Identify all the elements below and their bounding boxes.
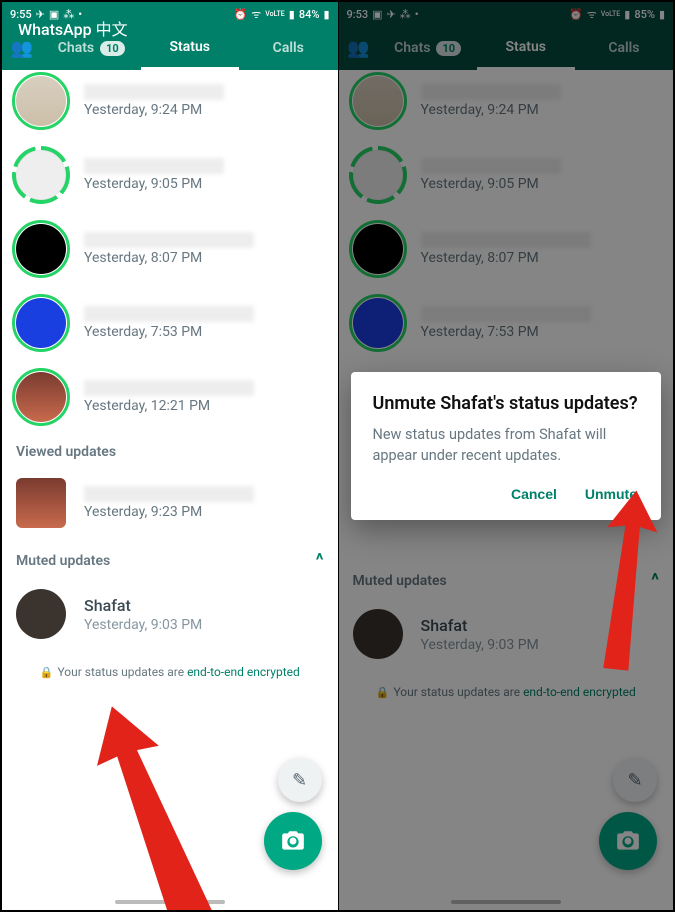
status-time: Yesterday, 9:24 PM bbox=[84, 102, 224, 118]
encrypt-text: Your status updates are bbox=[57, 665, 187, 679]
muted-section-header[interactable]: Muted updates ^ bbox=[2, 540, 338, 577]
status-ring bbox=[12, 294, 70, 352]
status-ring bbox=[12, 585, 70, 643]
muted-status-row[interactable]: Shafat Yesterday, 9:03 PM bbox=[2, 577, 338, 651]
edit-status-fab[interactable]: ✎ bbox=[278, 758, 322, 802]
lock-icon: 🔒 bbox=[40, 666, 54, 679]
contact-name-redacted bbox=[84, 232, 254, 248]
avatar bbox=[16, 372, 66, 422]
status-list: Yesterday, 9:24 PM Yesterday, 9:05 PM Ye… bbox=[2, 70, 338, 910]
avatar bbox=[16, 224, 66, 274]
viewed-section-header: Viewed updates bbox=[2, 434, 338, 466]
cancel-button[interactable]: Cancel bbox=[511, 486, 557, 502]
avatar bbox=[16, 76, 66, 126]
tab-calls-label: Calls bbox=[273, 40, 304, 56]
screen-left: 9:55 ✈ ▣ ⁂ • ⏰ ᯤ VoLTE ▮ 84% ▮ 👥 Chats 1… bbox=[2, 2, 338, 910]
battery-icon: ▮ bbox=[323, 8, 329, 21]
chevron-up-icon: ^ bbox=[316, 550, 324, 571]
community-icon[interactable]: 👥 bbox=[2, 38, 42, 59]
dialog-title: Unmute Shafat's status updates? bbox=[373, 392, 640, 415]
unmute-dialog: Unmute Shafat's status updates? New stat… bbox=[351, 372, 662, 520]
avatar bbox=[16, 298, 66, 348]
avatar bbox=[16, 150, 66, 200]
camera-fab[interactable] bbox=[264, 812, 322, 870]
viewed-label: Viewed updates bbox=[16, 444, 116, 460]
annotation-arrow bbox=[45, 685, 258, 910]
contact-name: Shafat bbox=[84, 596, 202, 615]
screen-right: 9:53 ▣ ✈ ⁂ • ⏰ ᯤ VoLTE ▮ 85% ▮ 👥 Chats 1… bbox=[338, 2, 674, 910]
status-row[interactable]: Yesterday, 9:24 PM bbox=[2, 70, 338, 138]
tab-status[interactable]: Status bbox=[141, 26, 240, 70]
contact-name-redacted bbox=[84, 306, 254, 322]
contact-name-redacted bbox=[84, 84, 224, 100]
watermark-text: WhatsApp 中文 bbox=[18, 16, 128, 40]
muted-label: Muted updates bbox=[16, 553, 110, 569]
status-row[interactable]: Yesterday, 8:07 PM bbox=[2, 212, 338, 286]
status-row[interactable]: Yesterday, 9:23 PM bbox=[2, 466, 338, 540]
avatar bbox=[16, 589, 66, 639]
contact-name-redacted bbox=[84, 380, 254, 396]
tab-chats-label: Chats bbox=[58, 40, 94, 56]
unmute-button[interactable]: Unmute bbox=[585, 486, 637, 502]
status-ring bbox=[12, 220, 70, 278]
volte-icon: VoLTE bbox=[265, 11, 284, 18]
status-row[interactable]: Yesterday, 7:53 PM bbox=[2, 286, 338, 360]
contact-name-redacted bbox=[84, 158, 224, 174]
status-ring bbox=[12, 474, 70, 532]
contact-name-redacted bbox=[84, 486, 254, 502]
status-time: Yesterday, 7:53 PM bbox=[84, 324, 254, 340]
status-ring bbox=[12, 368, 70, 426]
status-time: Yesterday, 8:07 PM bbox=[84, 250, 254, 266]
chats-badge: 10 bbox=[100, 41, 125, 56]
encrypt-link[interactable]: end-to-end encrypted bbox=[187, 665, 300, 679]
status-time: Yesterday, 9:05 PM bbox=[84, 176, 224, 192]
pencil-icon: ✎ bbox=[292, 770, 307, 791]
encryption-notice: 🔒Your status updates are end-to-end encr… bbox=[2, 651, 338, 679]
status-row[interactable]: Yesterday, 9:05 PM bbox=[2, 138, 338, 212]
tab-calls[interactable]: Calls bbox=[239, 26, 338, 70]
status-time: Yesterday, 12:21 PM bbox=[84, 398, 254, 414]
signal-icon: ▮ bbox=[289, 8, 295, 21]
wifi-icon: ᯤ bbox=[251, 7, 261, 22]
dialog-body: New status updates from Shafat will appe… bbox=[373, 425, 640, 466]
avatar bbox=[16, 478, 66, 528]
status-time: Yesterday, 9:03 PM bbox=[84, 617, 202, 633]
status-ring bbox=[12, 72, 70, 130]
alarm-icon: ⏰ bbox=[234, 8, 248, 21]
status-time: Yesterday, 9:23 PM bbox=[84, 504, 254, 520]
camera-icon bbox=[280, 828, 306, 854]
android-nav-bar bbox=[115, 900, 225, 904]
status-row[interactable]: Yesterday, 12:21 PM bbox=[2, 360, 338, 434]
status-ring bbox=[12, 146, 70, 204]
battery-text: 84% bbox=[299, 8, 320, 21]
tab-status-label: Status bbox=[170, 39, 210, 55]
